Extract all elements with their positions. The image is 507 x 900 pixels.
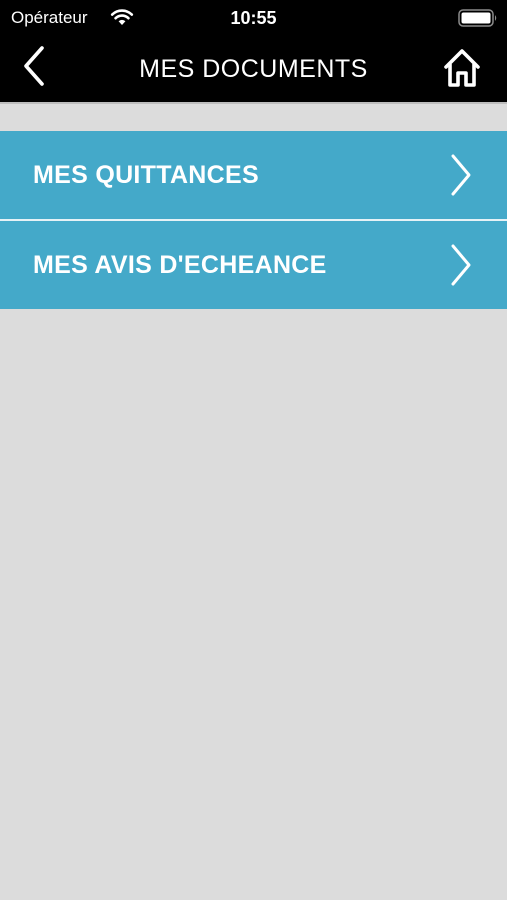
nav-divider <box>0 102 507 104</box>
back-button[interactable] <box>14 44 54 92</box>
battery-icon <box>458 9 498 27</box>
screen: Opérateur 10:55 MES DOCUMENTS MES QUITTA… <box>0 0 507 900</box>
chevron-right-icon <box>447 243 475 287</box>
menu-item-label: MES QUITTANCES <box>33 161 259 189</box>
status-bar: Opérateur 10:55 <box>0 0 507 36</box>
home-icon <box>440 45 484 94</box>
menu-item-avis-echeance[interactable]: MES AVIS D'ECHEANCE <box>0 221 507 309</box>
nav-bar: MES DOCUMENTS <box>0 36 507 102</box>
clock: 10:55 <box>230 8 277 28</box>
chevron-right-icon <box>447 153 475 197</box>
page-title: MES DOCUMENTS <box>139 55 368 83</box>
menu-item-quittances[interactable]: MES QUITTANCES <box>0 131 507 221</box>
documents-menu: MES QUITTANCES MES AVIS D'ECHEANCE <box>0 131 507 309</box>
menu-item-label: MES AVIS D'ECHEANCE <box>33 251 327 279</box>
chevron-left-icon <box>22 45 46 92</box>
home-button[interactable] <box>436 44 488 94</box>
